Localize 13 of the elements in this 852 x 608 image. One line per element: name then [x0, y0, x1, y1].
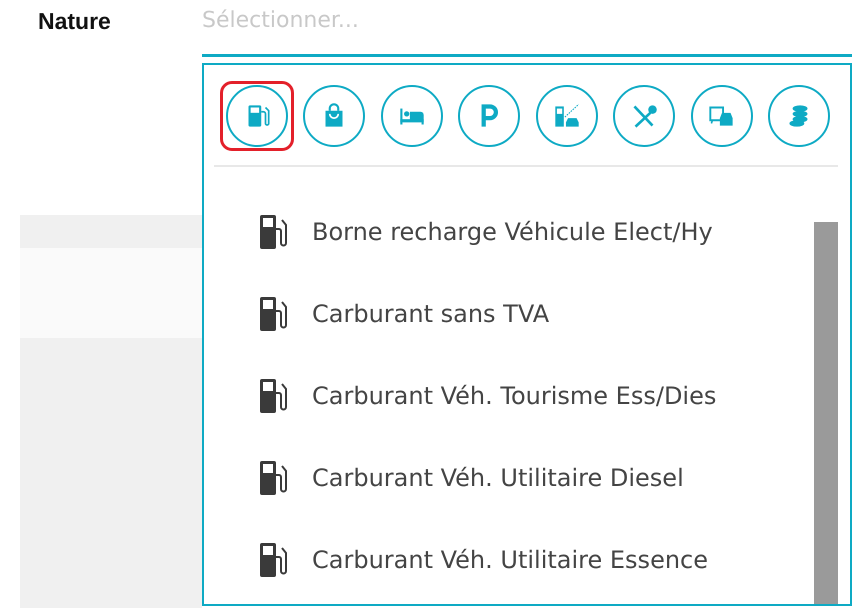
option-item[interactable]: Borne recharge Véhicule Elect/Hy: [312, 218, 713, 246]
field-label: Nature: [37, 7, 112, 36]
fuel-pump-icon: [258, 459, 288, 497]
option-item[interactable]: Carburant Véh. Tourisme Ess/Dies: [312, 382, 716, 410]
fuel-pump-icon: [258, 295, 288, 333]
fuel-pump-icon: [258, 377, 288, 415]
fuel-pump-icon: [258, 541, 288, 579]
option-item[interactable]: Carburant Véh. Utilitaire Diesel: [312, 464, 684, 492]
option-item[interactable]: Carburant Véh. Utilitaire Essence: [312, 546, 708, 574]
scrollbar[interactable]: [814, 222, 838, 604]
option-item[interactable]: Carburant sans TVA: [312, 300, 550, 328]
fuel-pump-icon: [258, 213, 288, 251]
category-button[interactable]: [220, 81, 294, 151]
